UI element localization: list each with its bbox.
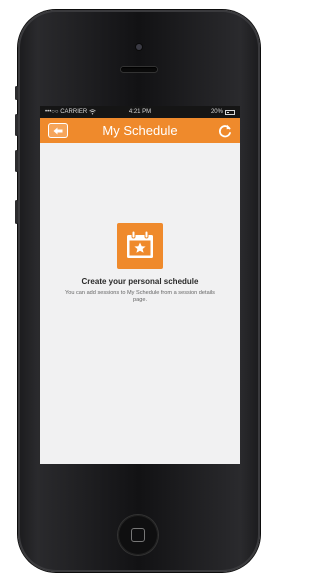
refresh-button[interactable] bbox=[217, 123, 233, 139]
back-button[interactable] bbox=[48, 123, 68, 138]
battery-icon bbox=[224, 109, 235, 115]
back-arrow-icon bbox=[53, 127, 63, 134]
status-time: 4:21 PM bbox=[128, 109, 152, 115]
stage: •••○○ CARRIER 4:21 PM 20% My Schedule Cr… bbox=[0, 0, 277, 579]
page-title: My Schedule bbox=[102, 123, 178, 138]
volume-up-button bbox=[15, 114, 18, 136]
calendar-star-icon bbox=[117, 223, 163, 269]
status-bar: •••○○ CARRIER 4:21 PM 20% bbox=[40, 106, 240, 118]
wifi-icon bbox=[89, 109, 96, 115]
empty-state-title: Create your personal schedule bbox=[81, 277, 199, 286]
carrier-label: •••○○ CARRIER bbox=[45, 109, 88, 115]
earpiece-speaker bbox=[121, 67, 157, 72]
home-button-icon bbox=[131, 528, 145, 542]
refresh-icon bbox=[219, 124, 231, 138]
status-right: 20% bbox=[172, 106, 235, 118]
front-camera bbox=[136, 44, 142, 50]
home-button[interactable] bbox=[118, 515, 158, 555]
empty-state-message: You can add sessions to My Schedule from… bbox=[65, 290, 215, 303]
power-button bbox=[15, 200, 18, 224]
nav-bar: My Schedule bbox=[40, 118, 240, 143]
status-left: •••○○ CARRIER bbox=[45, 106, 108, 118]
volume-down-button bbox=[15, 150, 18, 172]
phone-frame: •••○○ CARRIER 4:21 PM 20% My Schedule Cr… bbox=[15, 10, 260, 572]
battery-percent: 20% bbox=[210, 109, 223, 115]
app-screen: •••○○ CARRIER 4:21 PM 20% My Schedule Cr… bbox=[40, 106, 240, 464]
empty-state: Create your personal schedule You can ad… bbox=[40, 143, 240, 464]
mute-switch bbox=[15, 86, 18, 100]
